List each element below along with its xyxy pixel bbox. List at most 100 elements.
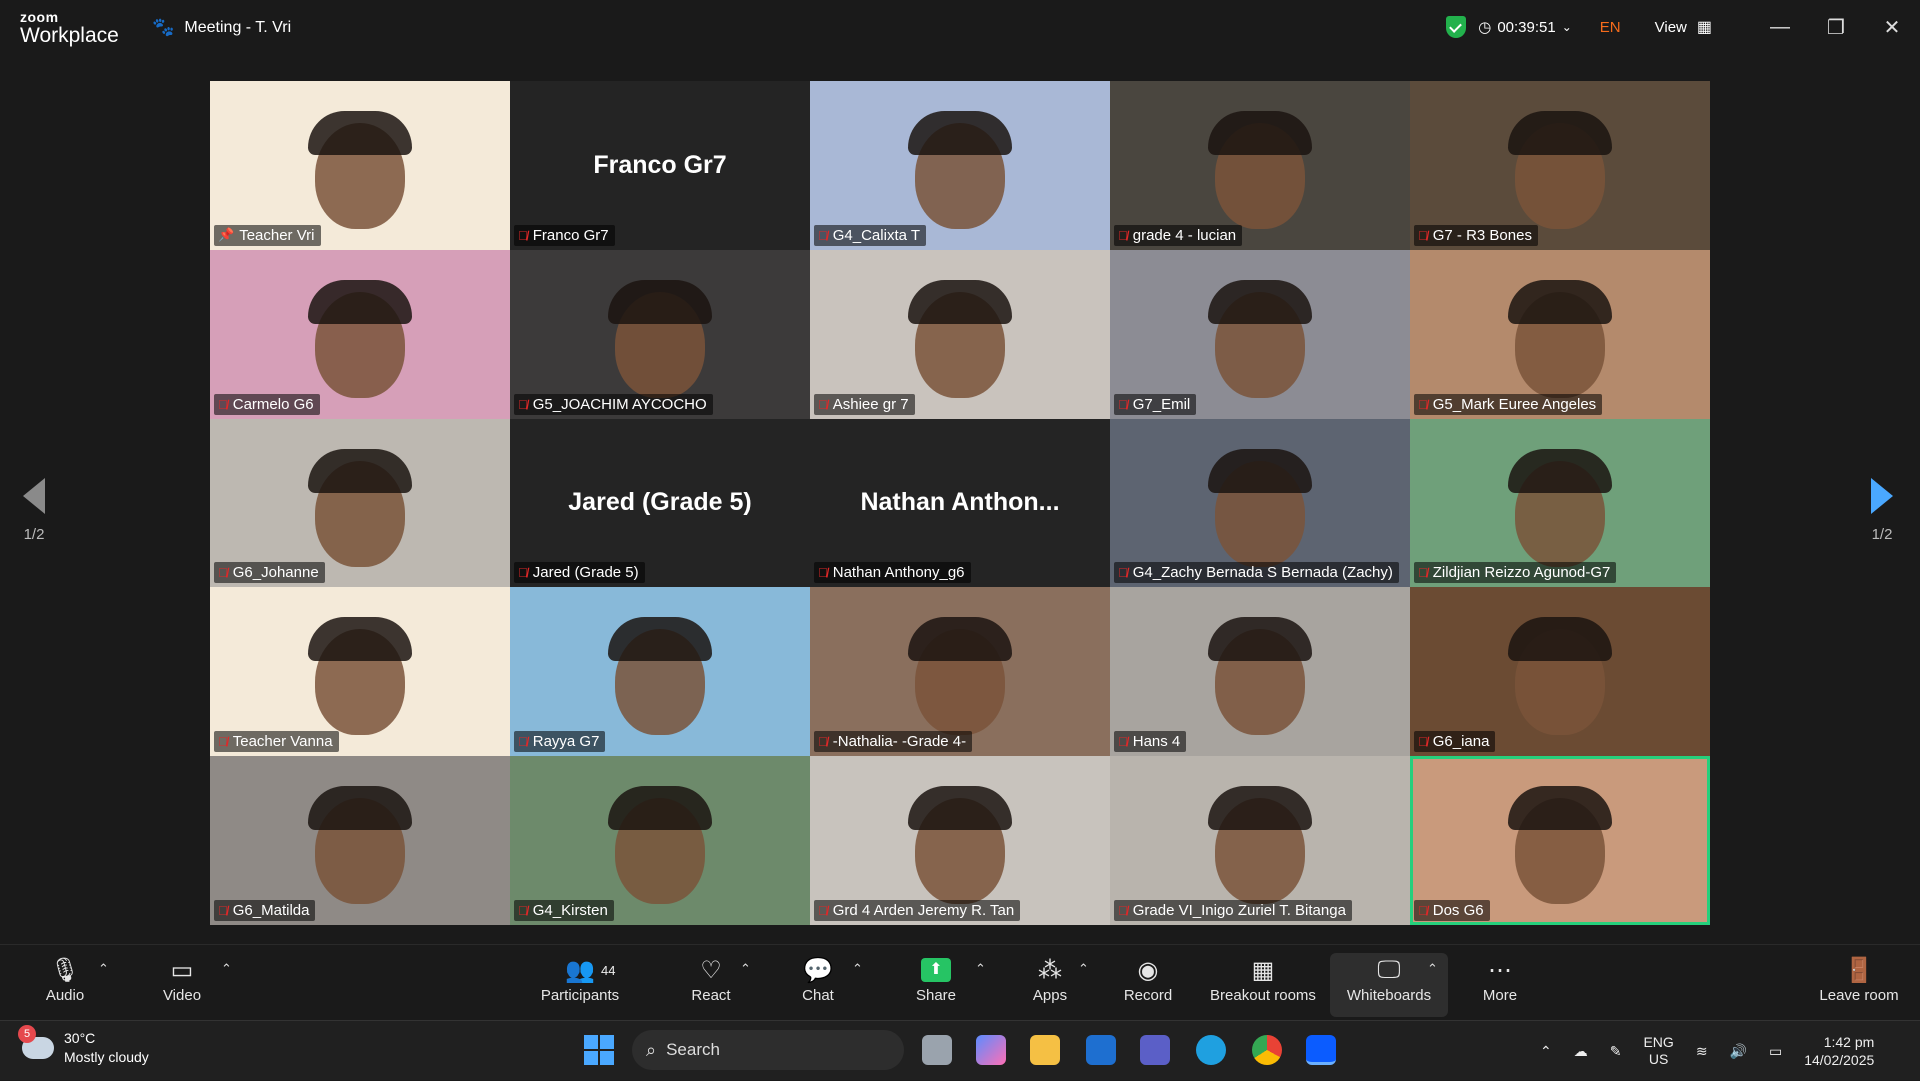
video-feed-hair [1208,786,1312,831]
video-feed-hair [1208,111,1312,155]
participant-tile[interactable]: 🎙̸ G4_Calixta T [810,81,1110,250]
next-page-button[interactable]: 1/2 [1864,478,1900,543]
whiteboards-options-caret[interactable]: ⌃ [1427,961,1438,977]
meeting-timer[interactable]: ◷ 00:39:51 ⌄ [1478,18,1572,37]
clock[interactable]: 1:42 pm 14/02/2025 [1804,1033,1874,1069]
participant-tile[interactable]: 🎙̸ grade 4 - lucian [1110,81,1410,250]
teams-icon[interactable] [1140,1035,1170,1065]
mic-icon: 🎙 [49,956,81,984]
windows-start-icon[interactable] [584,1035,614,1065]
close-icon[interactable]: ✕ [1864,0,1920,54]
video-feed-hair [308,279,412,324]
participant-tile[interactable]: 🎙̸ Carmelo G6 [210,249,510,419]
participant-tile[interactable]: 🎙̸ Rayya G7 [510,587,810,757]
more-icon: ⋯ [1488,956,1512,984]
participant-tile[interactable]: 🎙̸ G7_Emil [1110,249,1410,419]
wifi-icon[interactable]: ≋ [1696,1043,1708,1060]
input-language[interactable]: ENG US [1643,1034,1673,1068]
chevron-up-icon[interactable]: ⌃ [1540,1043,1552,1060]
chat-options-caret[interactable]: ⌃ [852,961,863,977]
participant-name-label: 🎙̸ Zildjian Reizzo Agunod-G7 [1414,562,1617,584]
react-button[interactable]: ♡ React [688,953,734,1017]
minimize-icon[interactable]: — [1752,0,1808,54]
view-button[interactable]: View ▦ [1655,17,1712,37]
arrow-left-icon [23,478,45,514]
meeting-title[interactable]: 🐾 Meeting - T. Vri [152,17,291,38]
participant-tile[interactable]: 🎙̸ G5_JOACHIM AYCOCHO [510,249,810,419]
zoom-app: zoom Workplace 🐾 Meeting - T. Vri ◷ 00:3… [0,0,1920,1020]
weather-widget[interactable]: 5 30°C Mostly cloudy [18,1025,149,1067]
more-button[interactable]: ⋯ More [1478,953,1522,1017]
chevron-down-icon: ⌄ [1561,20,1572,34]
people-icon: 👥 [565,956,595,984]
mic-muted-icon: 🎙̸ [218,734,228,750]
share-options-caret[interactable]: ⌃ [975,961,986,977]
prev-page-button[interactable]: 1/2 [16,478,52,543]
mic-muted-icon: 🎙̸ [518,902,528,918]
onedrive-icon[interactable]: ☁ [1574,1043,1588,1060]
participant-tile[interactable]: 🎙̸ Grade VI_Inigo Zuriel T. Bitanga [1110,756,1410,925]
battery-icon[interactable]: ▭ [1769,1043,1782,1060]
camera-icon: ▭ [170,956,194,984]
task-view-icon[interactable] [922,1035,952,1065]
video-feed-hair [608,279,712,324]
participant-tile[interactable]: 🎙̸ G6_Matilda [210,756,510,925]
participant-tile[interactable]: 🎙̸ Hans 4 [1110,587,1410,757]
participant-name-label: 🎙̸ -Nathalia- -Grade 4- [814,731,973,753]
participant-tile[interactable]: 🎙̸ G5_Mark Euree Angeles [1410,249,1710,419]
video-feed-hair [1208,617,1312,662]
copilot-icon[interactable] [976,1035,1006,1065]
participant-name-label: 🎙̸ G4_Zachy Bernada S Bernada (Zachy) [1114,562,1399,584]
file-explorer-icon[interactable] [1030,1035,1060,1065]
chrome-icon[interactable] [1252,1035,1282,1065]
participant-name-label: 🎙̸ G6_Matilda [214,899,316,921]
whiteboard-icon: 🖵 [1377,956,1401,983]
participant-name-label: 🎙̸ Ashiee gr 7 [814,393,915,415]
apps-button[interactable]: ⁂ Apps [1030,953,1070,1017]
outlook-icon[interactable] [1086,1035,1116,1065]
video-button[interactable]: ▭ Video [158,953,206,1017]
react-options-caret[interactable]: ⌃ [740,961,751,977]
zoom-taskbar-icon[interactable] [1306,1035,1336,1065]
mic-muted-icon: 🎙̸ [818,227,828,243]
breakout-rooms-button[interactable]: ▦ Breakout rooms [1206,953,1320,1017]
participant-tile[interactable]: 🎙̸ G6_iana [1410,587,1710,757]
participant-tile[interactable]: 🎙̸ G6_Johanne [210,418,510,588]
share-icon: ⬆ [921,953,951,987]
language-button[interactable]: EN [1600,19,1621,36]
participant-tile[interactable]: Jared (Grade 5) 🎙̸ Jared (Grade 5) [510,418,810,588]
pen-icon[interactable]: ✎ [1610,1043,1622,1060]
mic-muted-icon: 🎙̸ [218,396,228,412]
cloud-icon: 5 [18,1025,54,1059]
taskbar-search[interactable]: ⌕ Search [632,1030,904,1070]
restore-icon[interactable]: ❐ [1808,0,1864,54]
audio-button[interactable]: 🎙 Audio [42,953,88,1017]
participant-tile[interactable]: 🎙̸ Zildjian Reizzo Agunod-G7 [1410,418,1710,588]
edge-icon[interactable] [1196,1035,1226,1065]
participant-tile[interactable]: 🎙̸ G4_Kirsten [510,756,810,925]
participant-tile[interactable]: 📌 Teacher Vri [210,81,510,250]
participant-tile[interactable]: 🎙̸ G7 - R3 Bones [1410,81,1710,250]
chat-icon: 💬 [803,956,833,984]
chat-button[interactable]: 💬 Chat [798,953,838,1017]
audio-options-caret[interactable]: ⌃ [98,961,109,977]
leave-room-button[interactable]: 🚪 Leave room [1816,953,1902,1017]
volume-icon[interactable]: 🔊 [1730,1043,1747,1060]
mic-muted-icon: 🎙̸ [818,565,828,581]
participant-tile[interactable]: Franco Gr7 🎙̸ Franco Gr7 [510,81,810,250]
video-feed-hair [1508,279,1612,324]
apps-options-caret[interactable]: ⌃ [1078,961,1089,977]
participant-tile[interactable]: Nathan Anthon... 🎙̸ Nathan Anthony_g6 [810,418,1110,588]
participant-tile[interactable]: 🎙̸ Teacher Vanna [210,587,510,757]
participant-tile[interactable]: 🎙̸ G4_Zachy Bernada S Bernada (Zachy) [1110,418,1410,588]
participant-tile[interactable]: 🎙̸ Dos G6 [1410,756,1710,925]
video-feed-hair [308,617,412,662]
participant-tile[interactable]: 🎙̸ Grd 4 Arden Jeremy R. Tan [810,756,1110,925]
participant-tile[interactable]: 🎙̸ -Nathalia- -Grade 4- [810,587,1110,757]
share-button[interactable]: ⬆ Share [912,953,960,1017]
mic-muted-icon: 🎙̸ [1418,396,1428,412]
record-button[interactable]: ◉ Record [1122,953,1174,1017]
shield-check-icon[interactable] [1446,16,1467,38]
participant-tile[interactable]: 🎙̸ Ashiee gr 7 [810,249,1110,419]
video-options-caret[interactable]: ⌃ [221,961,232,977]
